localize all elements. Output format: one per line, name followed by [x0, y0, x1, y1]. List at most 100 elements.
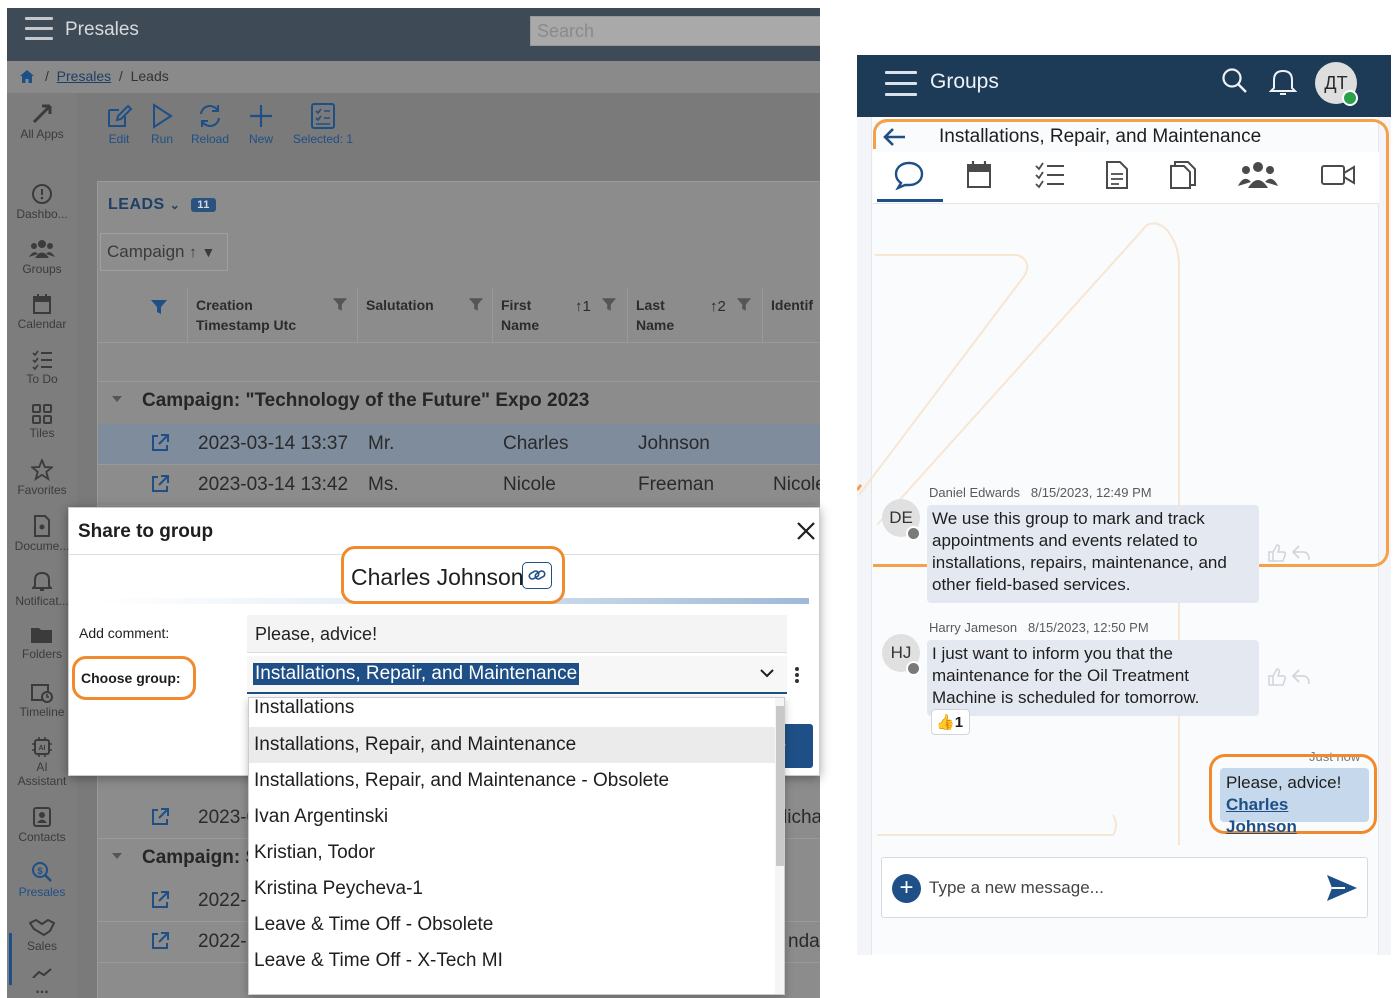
grid-title[interactable]: LEADS ⌄ 11 — [108, 196, 216, 214]
sidebar-item-folders[interactable]: Folders — [7, 625, 77, 661]
dropdown-option[interactable]: Installations, Repair, and Maintenance -… — [249, 763, 775, 799]
sidebar-item-presales[interactable]: $ Presales — [7, 861, 77, 899]
message-composer[interactable]: + Type a new message... — [881, 857, 1368, 918]
message-bubble[interactable]: We use this group to mark and track appo… — [927, 505, 1259, 603]
scrollbar-thumb[interactable] — [776, 706, 784, 866]
filter-icon[interactable] — [736, 297, 752, 312]
back-arrow-icon[interactable] — [883, 127, 907, 147]
column-header-last-name[interactable]: Last Name ↑2 — [628, 287, 763, 342]
sidebar-item-documents[interactable]: Docume... — [7, 515, 77, 553]
open-external-icon[interactable] — [150, 807, 170, 827]
menu-icon[interactable] — [885, 71, 917, 104]
dropdown-option[interactable]: Kristina Peycheva-1 — [249, 871, 775, 907]
edit-button[interactable]: Edit — [105, 102, 133, 146]
sidebar-item-ai-assistant[interactable]: AI AI Assistant — [7, 736, 77, 788]
caret-down-icon[interactable] — [112, 396, 122, 402]
dropdown-option[interactable]: Ivan Argentinski — [249, 799, 775, 835]
bell-icon[interactable] — [1269, 67, 1297, 97]
sidebar-more[interactable]: ... — [7, 968, 77, 998]
document-icon[interactable] — [1105, 160, 1129, 190]
group-by-chip[interactable]: Campaign ↑ ▼ — [100, 233, 228, 271]
message-line: installations, repairs, maintenance, and — [932, 553, 1227, 572]
like-icon[interactable] — [1267, 668, 1287, 686]
reply-icon[interactable] — [1291, 668, 1311, 686]
send-icon[interactable] — [1325, 873, 1359, 903]
sidebar-item-calendar[interactable]: Calendar — [7, 293, 77, 331]
sidebar-item-groups[interactable]: Groups — [7, 238, 77, 276]
breadcrumb-presales-link[interactable]: Presales — [57, 68, 111, 84]
table-row[interactable]: 2023-03-14 13:42 Ms. Nicole Freeman Nico… — [98, 465, 820, 506]
dropdown-scrollbar[interactable] — [775, 698, 784, 994]
column-header-first-name[interactable]: First Name ↑1 — [493, 287, 628, 342]
filter-icon[interactable] — [468, 297, 484, 312]
members-icon[interactable] — [1238, 160, 1278, 190]
plus-icon — [250, 105, 272, 127]
filter-icon[interactable] — [332, 297, 348, 312]
search-icon[interactable] — [1221, 67, 1249, 95]
sidebar-item-timeline[interactable]: Timeline — [7, 681, 77, 719]
sidebar-item-dashboard[interactable]: Dashbo... — [7, 183, 77, 221]
open-external-icon[interactable] — [150, 931, 170, 951]
chat-icon[interactable] — [893, 160, 925, 190]
sidebar-item-favorites[interactable]: Favorites — [7, 459, 77, 497]
group-select[interactable]: Installations, Repair, and Maintenance — [247, 656, 787, 694]
filter-icon[interactable] — [150, 299, 168, 315]
link-button[interactable] — [522, 562, 552, 589]
close-icon[interactable] — [795, 520, 817, 542]
shared-record-link[interactable]: Charles Johnson — [1226, 795, 1297, 836]
filter-icon[interactable]: ▼ — [201, 244, 215, 260]
sidebar-item-sales[interactable]: Sales — [7, 917, 77, 953]
comment-input[interactable]: Please, advice! — [247, 615, 787, 653]
add-attachment-button[interactable]: + — [892, 874, 921, 903]
dropdown-option[interactable]: Leave & Time Off - Obsolete — [249, 907, 775, 943]
table-row[interactable]: 2023-03-14 13:37 Mr. Charles Johnson — [98, 424, 820, 465]
message-bubble[interactable]: I just want to inform you that the maint… — [927, 640, 1259, 716]
open-external-icon[interactable] — [150, 474, 170, 494]
todo-icon[interactable] — [1034, 160, 1066, 190]
dropdown-option[interactable]: Installations, Repair, and Maintenance — [249, 727, 775, 763]
message-text: Please, advice! — [1226, 773, 1342, 792]
contacts-icon — [33, 807, 51, 827]
selected-label: Selected: 1 — [293, 132, 354, 146]
menu-icon[interactable] — [25, 17, 53, 41]
calendar-icon[interactable] — [966, 160, 992, 190]
sort-up-icon[interactable]: ↑ — [189, 244, 197, 261]
column-header-identifier[interactable]: Identif — [763, 287, 820, 342]
group-row[interactable]: Campaign: "Technology of the Future" Exp… — [98, 382, 820, 422]
message-line: maintenance for the Oil Treatment — [932, 666, 1190, 685]
like-icon[interactable] — [1267, 544, 1287, 562]
reply-icon[interactable] — [1291, 544, 1311, 562]
chevron-down-icon[interactable] — [759, 667, 775, 679]
sidebar-item-all-apps[interactable]: All Apps — [7, 103, 77, 141]
home-icon[interactable] — [19, 69, 35, 84]
message-input[interactable]: Type a new message... — [929, 878, 1104, 898]
filter-icon[interactable] — [601, 297, 617, 312]
column-header-salutation[interactable]: Salutation — [358, 287, 493, 342]
column-header-creation[interactable]: Creation Timestamp Utc — [188, 287, 358, 342]
sidebar-item-tiles[interactable]: Tiles — [7, 404, 77, 440]
dropdown-option[interactable]: Installations — [249, 698, 775, 726]
dropdown-option[interactable]: Leave & Time Off - X-Tech MI — [249, 943, 775, 979]
new-button[interactable]: New — [248, 102, 274, 146]
run-button[interactable]: Run — [149, 102, 175, 146]
search-input[interactable]: Search — [530, 16, 820, 46]
files-icon[interactable] — [1169, 160, 1197, 190]
dropdown-option[interactable]: Kristian, Todor — [249, 835, 775, 871]
open-external-icon[interactable] — [150, 433, 170, 453]
column-label: Name — [636, 317, 675, 333]
video-icon[interactable] — [1320, 160, 1356, 190]
own-message-bubble[interactable]: Please, advice! Charles Johnson — [1220, 768, 1369, 836]
sidebar-item-notifications[interactable]: Notificat... — [7, 570, 77, 608]
reload-button[interactable]: Reload — [191, 102, 229, 146]
open-external-icon[interactable] — [150, 890, 170, 910]
reaction-badge[interactable]: 👍1 — [931, 709, 970, 735]
sidebar-item-contacts[interactable]: Contacts — [7, 806, 77, 844]
kebab-menu-icon[interactable] — [794, 666, 800, 684]
caret-down-icon[interactable] — [112, 853, 122, 859]
new-label: New — [248, 132, 273, 146]
filter-row[interactable] — [98, 342, 820, 382]
choose-group-label: Choose group: — [81, 670, 181, 686]
sidebar-item-todo[interactable]: To Do — [7, 348, 77, 386]
selected-button[interactable]: Selected: 1 — [293, 102, 353, 146]
more-icon: ... — [35, 980, 49, 997]
